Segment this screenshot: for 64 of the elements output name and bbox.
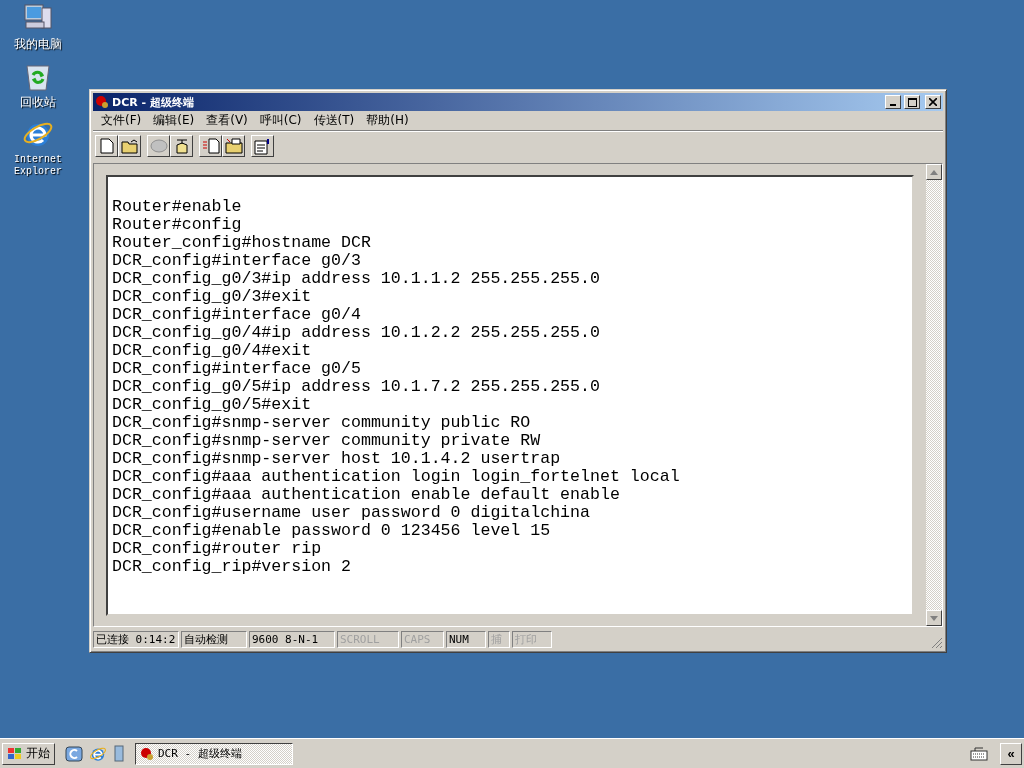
toolbar-button[interactable] [222, 135, 245, 157]
terminal-line: DCR_config_g0/3#exit [112, 288, 313, 306]
vertical-scrollbar[interactable] [926, 164, 942, 626]
menu-item[interactable]: 传送(T) [307, 112, 361, 129]
start-button[interactable]: 开始 [2, 742, 55, 765]
close-icon [929, 98, 937, 106]
status-panel: NUM [446, 630, 486, 648]
app-logo-icon [140, 746, 154, 761]
terminal-line: DCR_config#interface g0/3 [112, 252, 362, 270]
taskbar-task-button[interactable]: DCR - 超级终端 [135, 742, 293, 765]
terminal-line: DCR_config_rip#version 2 [112, 558, 352, 576]
terminal-line: DCR_config#interface g0/4 [112, 306, 362, 324]
menu-item[interactable]: 查看(V) [200, 112, 254, 129]
menu-item[interactable]: 帮助(H) [360, 112, 415, 129]
status-panel: 自动检测 [181, 630, 247, 648]
menu-item[interactable]: 文件(F) [95, 112, 148, 129]
terminal-line: DCR_config#aaa authentication login login_fortelnet local [112, 468, 681, 486]
terminal-line: Router#config [112, 216, 243, 234]
menu-item[interactable]: 编辑(E) [147, 112, 201, 129]
menu-item[interactable]: 呼叫(C) [253, 112, 308, 129]
toolbar-button[interactable] [199, 135, 222, 157]
show-hidden-icons-button[interactable]: « [1000, 742, 1022, 765]
terminal-line: DCR_config_g0/4#ip address 10.1.2.2 255.255.255.0 [112, 324, 601, 342]
toolbar-button[interactable] [170, 135, 193, 157]
maximize-icon [907, 97, 917, 107]
terminal-line: DCR_config#username user password 0 digitalchina [112, 504, 591, 522]
terminal-line: DCR_config#snmp-server community public RO [112, 414, 532, 432]
scroll-up-button[interactable] [926, 164, 942, 180]
desktop-icon-label[interactable]: Internet Explorer [8, 154, 68, 178]
close-button[interactable] [925, 95, 941, 109]
toolbar-button[interactable] [251, 135, 274, 157]
maximize-button[interactable] [904, 95, 920, 109]
up-arrow-icon [930, 169, 938, 175]
toolbar-button[interactable] [95, 135, 118, 157]
status-panel: 9600 8-N-1 [249, 630, 335, 648]
terminal-line: DCR_config#aaa authentication enable default enable [112, 486, 621, 504]
terminal-line: DCR_config#snmp-server host 10.1.4.2 usertrap [112, 450, 562, 468]
terminal-line: DCR_config_g0/4#exit [112, 342, 313, 360]
app-logo-icon [95, 95, 109, 109]
receive-file-icon [224, 138, 243, 154]
terminal-line: DCR_config#router rip [112, 540, 323, 558]
terminal-line: DCR_config_g0/3#ip address 10.1.1.2 255.255.255.0 [112, 270, 601, 288]
down-arrow-icon [930, 615, 938, 621]
windows-logo-icon [7, 746, 23, 761]
terminal-line: DCR_config_g0/5#ip address 10.1.7.2 255.255.255.0 [112, 378, 601, 396]
terminal-line: DCR_config_g0/5#exit [112, 396, 313, 414]
desktop-icon-label[interactable]: 回收站 [8, 96, 68, 108]
properties-icon [253, 137, 272, 155]
new-document-icon [99, 138, 114, 154]
keyboard-icon[interactable] [970, 746, 988, 761]
terminal-line: Router_config#hostname DCR [112, 234, 372, 252]
status-panel: 已连接 0:14:2 [93, 630, 179, 648]
send-file-icon [201, 138, 220, 154]
terminal-line: DCR_config#enable password 0 123456 level 15 [112, 522, 552, 540]
resize-grip-icon[interactable] [931, 637, 943, 649]
window-title: DCR - 超级终端 [112, 94, 195, 110]
toolbar-button[interactable] [118, 135, 141, 157]
scroll-down-button[interactable] [926, 610, 942, 626]
terminal-line: DCR_config#interface g0/5 [112, 360, 362, 378]
minimize-button[interactable] [885, 95, 901, 109]
desktop-icon-label[interactable]: 我的电脑 [8, 38, 68, 50]
terminal-line: DCR_config#snmp-server community private RW [112, 432, 542, 450]
folder-icon [120, 138, 139, 154]
terminal-line: Router#enable [112, 198, 243, 216]
